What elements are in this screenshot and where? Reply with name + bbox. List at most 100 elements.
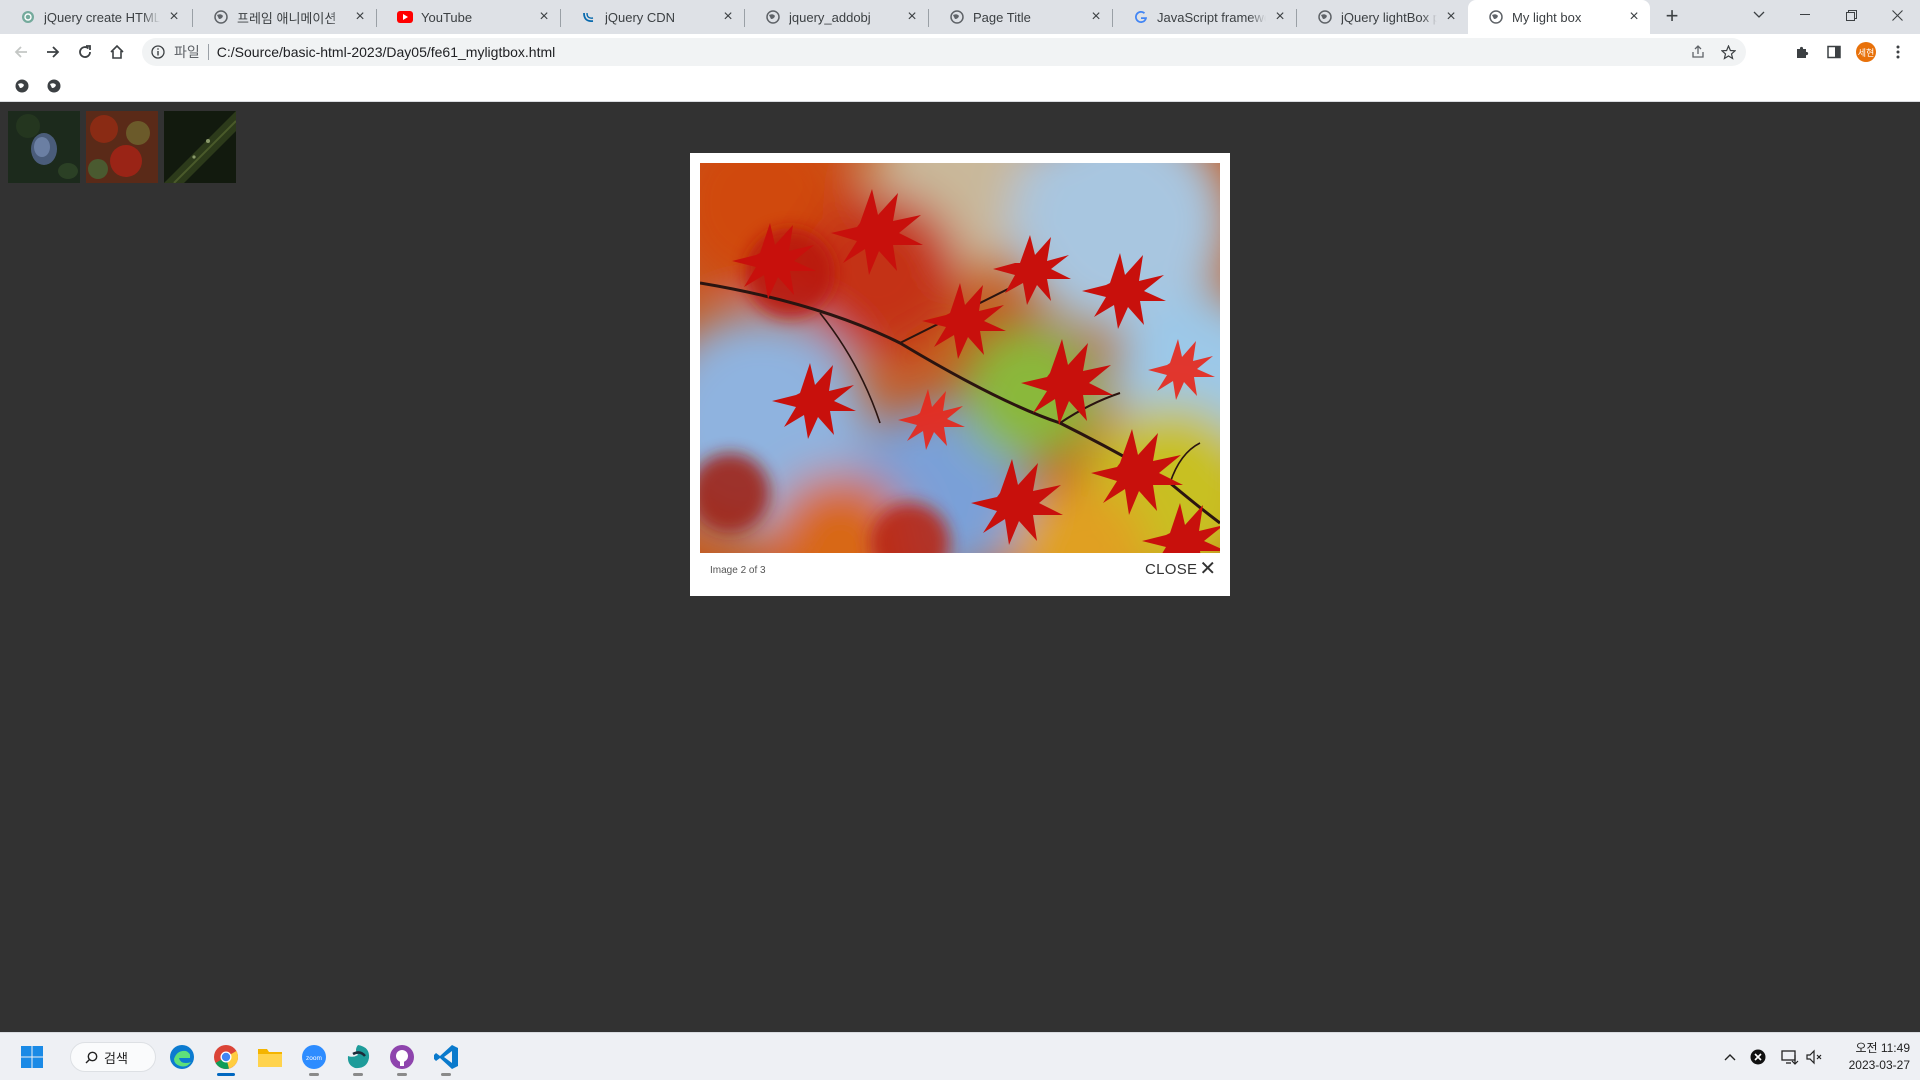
clock-date: 2023-03-27 — [1848, 1058, 1910, 1072]
taskbar-app-vscode[interactable] — [432, 1043, 460, 1076]
thumbnail-3[interactable] — [164, 111, 237, 184]
minimize-button[interactable] — [1782, 0, 1828, 30]
taskbar-app-chrome[interactable] — [212, 1043, 240, 1076]
taskbar-app-zoom[interactable]: zoom — [300, 1043, 328, 1076]
youtube-icon — [397, 9, 413, 25]
globe-icon — [949, 9, 965, 25]
new-tab-button[interactable]: + — [1660, 5, 1684, 29]
menu-button[interactable] — [1886, 40, 1910, 64]
home-button[interactable] — [105, 40, 129, 64]
restore-icon — [1845, 9, 1857, 21]
tab-title: JavaScript framework — [1157, 9, 1266, 25]
thumbnail-1[interactable] — [8, 111, 80, 183]
globe-icon — [1488, 9, 1504, 25]
tab-title: jquery_addobj — [789, 9, 871, 25]
tab-title: My light box — [1512, 9, 1582, 25]
arrow-right-icon — [47, 46, 60, 58]
info-icon[interactable] — [150, 44, 166, 60]
close-icon[interactable]: × — [720, 9, 736, 25]
close-icon — [1891, 9, 1903, 21]
minimize-icon — [1800, 14, 1810, 15]
tab-jquery-addobj[interactable]: jquery_addobj × — [745, 0, 928, 34]
tab-jquery-lightbox-plugin[interactable]: jQuery lightBox plugi × — [1297, 0, 1467, 34]
tab-jquery-create-html[interactable]: jQuery create HTML e × — [0, 0, 190, 34]
page-content: Image 2 of 3 CLOSE ✕ — [0, 103, 1920, 1032]
tab-jquery-cdn[interactable]: jQuery CDN × — [561, 0, 744, 34]
reload-icon — [79, 45, 91, 58]
close-icon[interactable]: × — [904, 9, 920, 25]
lightbox-image — [700, 163, 1220, 553]
start-button[interactable] — [18, 1043, 46, 1071]
running-indicator — [441, 1073, 451, 1076]
restore-button[interactable] — [1828, 0, 1874, 30]
close-icon: ✕ — [1199, 558, 1217, 580]
close-icon[interactable]: × — [1443, 9, 1459, 25]
close-icon[interactable]: × — [352, 9, 368, 25]
address-bar[interactable]: 파일 C:/Source/basic-html-2023/Day05/fe61_… — [142, 38, 1746, 66]
taskbar-app-edge[interactable] — [168, 1043, 196, 1071]
side-panel-icon — [1827, 45, 1841, 59]
omnibox-divider — [207, 44, 209, 60]
active-indicator — [217, 1073, 235, 1076]
windows-taskbar: 검색 zoom 오전 11:49 2023-03-27 — [0, 1032, 1920, 1080]
taskbar-search[interactable]: 검색 — [70, 1042, 156, 1072]
globe-icon — [1317, 9, 1333, 25]
close-icon[interactable]: × — [1088, 9, 1104, 25]
chatgpt-icon — [20, 9, 36, 25]
home-icon — [110, 44, 124, 59]
tab-page-title[interactable]: Page Title × — [929, 0, 1112, 34]
tab-title: 프레임 애니메이션 — [237, 10, 337, 26]
volume-muted-icon — [1806, 1049, 1822, 1065]
taskbar-app-file-explorer[interactable] — [256, 1043, 284, 1071]
tab-youtube[interactable]: YouTube × — [377, 0, 560, 34]
taskbar-clock[interactable]: 오전 11:49 2023-03-27 — [1832, 1040, 1910, 1074]
tab-javascript-framework[interactable]: JavaScript framework × — [1113, 0, 1296, 34]
close-icon[interactable]: × — [166, 9, 182, 25]
window-close-button[interactable] — [1874, 0, 1920, 30]
bookmark-star-icon[interactable] — [1720, 44, 1736, 60]
close-icon[interactable]: × — [1272, 9, 1288, 25]
tab-title: jQuery lightBox plugi — [1341, 9, 1437, 25]
github-icon — [390, 1045, 414, 1069]
tab-frame-animation[interactable]: 프레임 애니메이션 × — [193, 0, 376, 34]
close-icon[interactable]: × — [536, 9, 552, 25]
profile-avatar[interactable]: 세현 — [1856, 42, 1876, 62]
extensions-button[interactable] — [1790, 40, 1814, 64]
back-button[interactable] — [9, 40, 33, 64]
bookmark-globe-icon[interactable] — [14, 78, 30, 94]
tab-title: Page Title — [973, 9, 1031, 25]
volume-status[interactable] — [1804, 1047, 1824, 1067]
svg-text:zoom: zoom — [306, 1055, 322, 1062]
arrow-left-icon — [14, 46, 27, 58]
taskbar-app-teal[interactable] — [344, 1043, 372, 1076]
running-indicator — [309, 1073, 319, 1076]
bookmark-globe-icon[interactable] — [46, 78, 62, 94]
url-text[interactable]: C:/Source/basic-html-2023/Day05/fe61_myl… — [217, 44, 556, 60]
running-indicator — [353, 1073, 363, 1076]
reload-button[interactable] — [73, 40, 97, 64]
taskbar-app-github-desktop[interactable] — [388, 1043, 416, 1076]
edge-icon — [170, 1045, 194, 1069]
network-status[interactable] — [1780, 1047, 1800, 1067]
jquery-icon — [581, 9, 597, 25]
windows-logo-icon — [21, 1046, 43, 1068]
forward-button[interactable] — [41, 40, 65, 64]
side-panel-button[interactable] — [1822, 40, 1846, 64]
browser-toolbar: 파일 C:/Source/basic-html-2023/Day05/fe61_… — [0, 34, 1920, 70]
close-icon[interactable]: × — [1626, 9, 1642, 25]
lightbox-dialog: Image 2 of 3 CLOSE ✕ — [690, 153, 1230, 596]
tray-overflow-button[interactable] — [1720, 1047, 1740, 1067]
tab-search-button[interactable] — [1736, 0, 1782, 30]
chevron-up-icon — [1724, 1054, 1736, 1061]
more-vertical-icon — [1896, 45, 1900, 59]
share-icon[interactable] — [1690, 44, 1706, 60]
tab-title: jQuery create HTML e — [44, 9, 160, 25]
tray-app-icon[interactable] — [1748, 1047, 1768, 1067]
network-icon — [1781, 1050, 1799, 1065]
lightbox-close-button[interactable]: CLOSE ✕ — [1145, 558, 1217, 580]
tab-my-light-box[interactable]: My light box × — [1468, 0, 1650, 34]
thumbnail-2[interactable] — [86, 111, 158, 183]
tab-title: jQuery CDN — [605, 9, 676, 25]
running-indicator — [397, 1073, 407, 1076]
close-label: CLOSE — [1145, 560, 1198, 578]
